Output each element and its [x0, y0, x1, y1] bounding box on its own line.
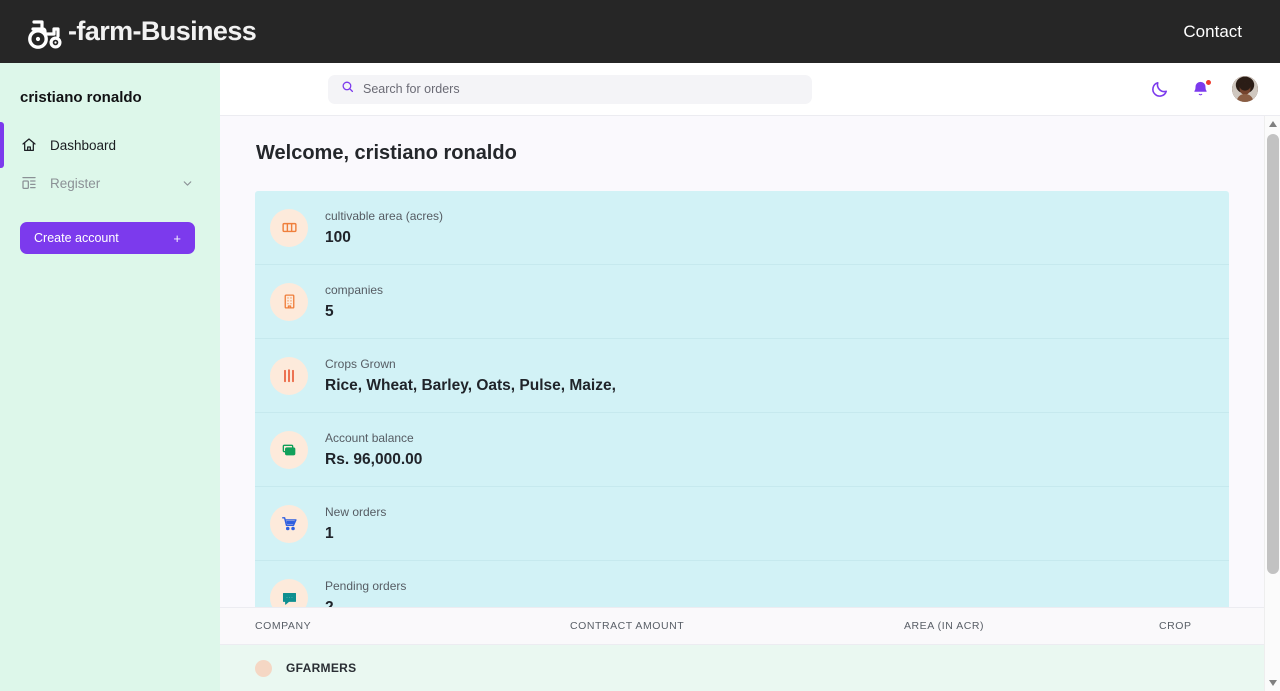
stat-label: cultivable area (acres) [325, 208, 444, 223]
table-row[interactable]: GFARMERS [220, 645, 1264, 691]
create-account-label: Create account [34, 231, 119, 245]
page-title: Welcome, cristiano ronaldo [256, 142, 517, 164]
cart-icon [270, 504, 308, 543]
sidebar: cristiano ronaldo Dashboard Register Cre… [0, 63, 220, 691]
sidebar-item-dashboard[interactable]: Dashboard [0, 122, 220, 168]
toolbar-actions [1150, 76, 1258, 102]
tractor-icon [24, 15, 68, 49]
columns-icon [270, 208, 308, 247]
sidebar-user-name: cristiano ronaldo [20, 89, 142, 106]
stat-row[interactable]: Account balance Rs. 96,000.00 [255, 413, 1229, 487]
moon-icon[interactable] [1150, 80, 1169, 99]
dashboard-content: Welcome, cristiano ronaldo cultivable ar… [220, 116, 1264, 691]
search-input[interactable] [363, 82, 799, 96]
stat-label: companies [325, 282, 384, 297]
stat-label: New orders [325, 504, 387, 519]
toolbar [220, 63, 1280, 116]
sidebar-nav: Dashboard Register [0, 122, 220, 202]
stat-label: Crops Grown [325, 356, 396, 371]
home-icon [20, 137, 37, 154]
avatar[interactable] [1232, 76, 1258, 102]
brand-title: -farm-Business [68, 16, 257, 46]
scroll-thumb[interactable] [1266, 134, 1279, 574]
stat-value: 100 [325, 228, 351, 246]
sidebar-item-label: Register [50, 175, 101, 191]
stats-card: cultivable area (acres) 100 companies 5 … [255, 191, 1229, 635]
right-panel: Welcome, cristiano ronaldo cultivable ar… [220, 63, 1280, 691]
top-navbar: -farm-Business Contact [0, 0, 1280, 63]
stat-row[interactable]: cultivable area (acres) 100 [255, 191, 1229, 265]
stat-value: Rs. 96,000.00 [325, 450, 423, 468]
orders-table: COMPANY CONTRACT AMOUNT AREA (IN ACR) CR… [220, 607, 1264, 691]
crops-icon [270, 356, 308, 395]
brand[interactable]: -farm-Business [24, 15, 257, 49]
bell-icon[interactable] [1191, 78, 1212, 99]
create-account-button[interactable]: Create account + [20, 222, 195, 254]
scrollbar-track[interactable] [1265, 132, 1280, 675]
stat-row[interactable]: New orders 1 [255, 487, 1229, 561]
stat-row[interactable]: companies 5 [255, 265, 1229, 339]
column-header-company[interactable]: COMPANY [255, 620, 570, 632]
stat-value: Rice, Wheat, Barley, Oats, Pulse, Maize, [325, 376, 616, 394]
stat-value: 1 [325, 524, 334, 542]
stat-texts: cultivable area (acres) 100 [325, 209, 443, 247]
building-icon [270, 282, 308, 321]
notification-badge [1205, 78, 1212, 86]
search-icon [341, 80, 354, 98]
stat-label: Pending orders [325, 579, 407, 593]
triangle-up-icon[interactable] [1265, 116, 1280, 132]
triangle-down-icon[interactable] [1265, 675, 1280, 691]
body-split: cristiano ronaldo Dashboard Register Cre… [0, 63, 1280, 691]
sidebar-item-label: Dashboard [50, 137, 117, 153]
stat-texts: companies 5 [325, 283, 383, 321]
vertical-scrollbar[interactable] [1264, 116, 1280, 691]
plus-icon: + [173, 230, 181, 246]
search-box[interactable] [328, 74, 812, 104]
content-area: Welcome, cristiano ronaldo cultivable ar… [220, 116, 1280, 691]
column-header-crop[interactable]: CROP [1159, 620, 1229, 632]
column-header-area[interactable]: AREA (IN ACR) [904, 620, 1159, 632]
chevron-down-icon[interactable] [181, 177, 194, 190]
column-header-contract-amount[interactable]: CONTRACT AMOUNT [570, 620, 904, 632]
stat-row[interactable]: Crops Grown Rice, Wheat, Barley, Oats, P… [255, 339, 1229, 413]
sidebar-item-register[interactable]: Register [0, 164, 220, 202]
company-avatar-icon [255, 659, 272, 677]
stat-value: 5 [325, 302, 334, 320]
table-header-row: COMPANY CONTRACT AMOUNT AREA (IN ACR) CR… [220, 607, 1264, 645]
money-icon [270, 430, 308, 469]
stat-texts: New orders 1 [325, 505, 386, 543]
table-cell-company: GFARMERS [286, 661, 357, 675]
app-root: -farm-Business Contact cristiano ronaldo… [0, 0, 1280, 691]
stat-label: Account balance [325, 430, 414, 445]
form-layout-icon [20, 175, 37, 192]
contact-link[interactable]: Contact [1183, 22, 1242, 42]
stat-texts: Account balance Rs. 96,000.00 [325, 431, 422, 469]
stat-texts: Crops Grown Rice, Wheat, Barley, Oats, P… [325, 357, 616, 395]
